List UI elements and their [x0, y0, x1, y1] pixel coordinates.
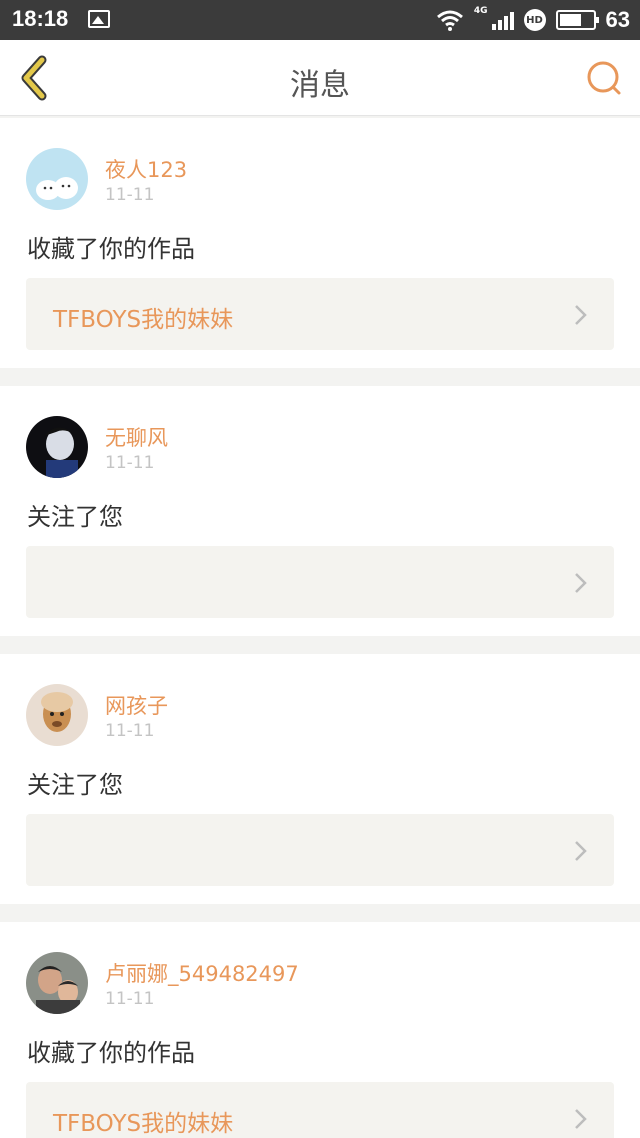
message-action: 收藏了你的作品: [27, 1039, 195, 1067]
status-icons: 4G HD 63: [436, 4, 630, 36]
status-time: 18:18: [12, 6, 69, 31]
work-title: TFBOYS我的妹妹: [53, 1111, 234, 1137]
message-date: 11-11: [105, 721, 155, 741]
avatar[interactable]: [26, 684, 88, 746]
message-action: 关注了您: [27, 771, 123, 799]
user-name[interactable]: 无聊风: [105, 422, 168, 452]
user-name[interactable]: 卢丽娜_549482497: [105, 958, 299, 988]
battery-icon: [555, 10, 599, 30]
hd-icon: HD: [523, 9, 546, 31]
avatar[interactable]: [26, 952, 88, 1014]
work-link[interactable]: TFBOYS我的妹妹: [26, 278, 614, 350]
battery-percent: 63: [605, 7, 630, 32]
message-action: 收藏了你的作品: [27, 235, 195, 263]
work-link[interactable]: [26, 546, 614, 618]
image-icon: [88, 10, 110, 28]
status-bar: 18:18 4G HD 63: [0, 0, 640, 40]
message-date: 11-11: [105, 185, 155, 205]
chevron-right-icon: [575, 1109, 587, 1129]
message-action: 关注了您: [27, 503, 123, 531]
work-title: TFBOYS我的妹妹: [53, 307, 234, 333]
chevron-right-icon: [575, 305, 587, 325]
message-card: 网孩子 11-11 关注了您: [0, 654, 640, 904]
message-card: 无聊风 11-11 关注了您: [0, 386, 640, 636]
avatar[interactable]: [26, 148, 88, 210]
page-title: 消息: [290, 68, 350, 103]
chevron-right-icon: [575, 841, 587, 861]
message-date: 11-11: [105, 989, 155, 1009]
chevron-right-icon: [575, 573, 587, 593]
work-link[interactable]: [26, 814, 614, 886]
wifi-icon: [436, 10, 463, 31]
message-card: 夜人123 11-11 收藏了你的作品 TFBOYS我的妹妹: [0, 118, 640, 368]
message-date: 11-11: [105, 453, 155, 473]
avatar[interactable]: [26, 416, 88, 478]
work-link[interactable]: TFBOYS我的妹妹: [26, 1082, 614, 1138]
network-type: 4G: [473, 6, 488, 16]
header-bar: 消息: [0, 40, 640, 116]
message-list: 夜人123 11-11 收藏了你的作品 TFBOYS我的妹妹 无聊风 11-11…: [0, 118, 640, 1138]
user-name[interactable]: 夜人123: [105, 154, 187, 184]
search-icon[interactable]: [584, 58, 624, 98]
user-name[interactable]: 网孩子: [105, 690, 168, 720]
message-card: 卢丽娜_549482497 11-11 收藏了你的作品 TFBOYS我的妹妹: [0, 922, 640, 1138]
signal-icon: [491, 10, 514, 30]
